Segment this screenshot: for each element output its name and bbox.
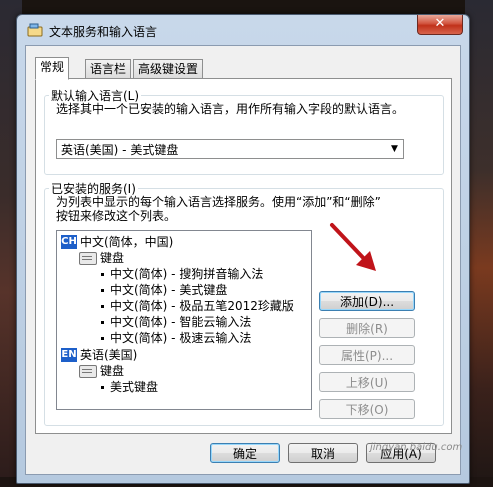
bullet-icon [101, 305, 104, 308]
tab-label: 语言栏 [90, 62, 127, 76]
tab-general[interactable]: 常规 [35, 57, 70, 80]
ok-button[interactable]: 确定 [210, 443, 280, 463]
installed-services-description-2: 按钮来修改这个列表。 [56, 209, 177, 223]
tree-item-service[interactable]: 中文(简体) - 美式键盘 [101, 283, 227, 298]
keyboard-icon [79, 252, 97, 265]
tree-item-chinese[interactable]: CH 中文(简体，中国) [61, 235, 173, 250]
installed-services-description-1: 为列表中显示的每个输入语言选择服务。使用“添加”和“删除” [56, 195, 381, 209]
tab-label: 高级键设置 [138, 62, 199, 76]
tab-advanced-keys[interactable]: 高级键设置 [133, 59, 204, 79]
tree-item-label: 中文(简体，中国) [80, 235, 174, 249]
move-up-button[interactable]: 上移(U) [319, 372, 415, 392]
default-language-select[interactable]: 英语(美国) - 美式键盘 ▼ [56, 139, 404, 159]
keyboard-icon [79, 365, 97, 378]
annotation-arrow-icon [330, 223, 376, 271]
add-button[interactable]: 添加(D)... [319, 291, 415, 311]
watermark: jingyan.baidu.com [370, 442, 463, 453]
default-language-value: 英语(美国) - 美式键盘 [61, 143, 179, 157]
tab-language-bar[interactable]: 语言栏 [85, 59, 132, 79]
tree-item-service[interactable]: 中文(简体) - 智能云输入法 [101, 315, 251, 330]
tree-item-label: 键盘 [100, 251, 125, 265]
dialog-client: 常规 语言栏 高级键设置 默认输入语言(L) 选择其中一个已安装的输入语言，用作… [25, 45, 461, 475]
title-bar[interactable]: 文本服务和输入语言 ✕ [17, 15, 469, 45]
window-title: 文本服务和输入语言 [49, 25, 158, 39]
language-badge: EN [61, 348, 77, 362]
move-down-button[interactable]: 下移(O) [319, 399, 415, 419]
tree-item-service[interactable]: 中文(简体) - 极品五笔2012珍藏版 [101, 299, 294, 314]
bullet-icon [101, 321, 104, 324]
dialog-window: 文本服务和输入语言 ✕ 常规 语言栏 高级键设置 默认输入语言(L) 选择其中一… [16, 14, 470, 484]
tree-item-service[interactable]: 中文(简体) - 搜狗拼音输入法 [101, 267, 263, 282]
close-icon: ✕ [434, 16, 446, 31]
tree-item-label: 中文(简体) - 智能云输入法 [110, 315, 252, 329]
default-language-description: 选择其中一个已安装的输入语言，用作所有输入字段的默认语言。 [56, 102, 405, 116]
tree-item-service[interactable]: 中文(简体) - 极速云输入法 [101, 331, 251, 346]
bullet-icon [101, 386, 104, 389]
tree-item-label: 中文(简体) - 美式键盘 [110, 283, 228, 297]
tree-item-label: 中文(简体) - 搜狗拼音输入法 [110, 267, 264, 281]
tree-item-label: 中文(简体) - 极品五笔2012珍藏版 [110, 299, 294, 313]
bullet-icon [101, 273, 104, 276]
tree-item-label: 中文(简体) - 极速云输入法 [110, 331, 252, 345]
tab-panel-general: 默认输入语言(L) 选择其中一个已安装的输入语言，用作所有输入字段的默认语言。 … [35, 78, 452, 434]
default-language-group: 默认输入语言(L) [44, 87, 444, 175]
tree-item-english[interactable]: EN 英语(美国) [61, 348, 137, 363]
tree-item-label: 美式键盘 [110, 380, 159, 394]
bullet-icon [101, 289, 104, 292]
cancel-button[interactable]: 取消 [288, 443, 358, 463]
keyboard-app-icon [27, 23, 43, 37]
close-button[interactable]: ✕ [417, 15, 463, 35]
tree-item-label: 键盘 [100, 364, 125, 378]
tree-item-label: 英语(美国) [80, 348, 138, 362]
remove-button[interactable]: 删除(R) [319, 318, 415, 338]
bullet-icon [101, 337, 104, 340]
language-badge: CH [61, 235, 77, 249]
tree-item-service[interactable]: 美式键盘 [101, 380, 158, 395]
properties-button[interactable]: 属性(P)... [319, 345, 415, 365]
services-tree[interactable]: CH 中文(简体，中国) 键盘 中文(简体) - 搜狗拼音输入法 中文(简体) -… [56, 230, 312, 410]
tree-item-keyboard[interactable]: 键盘 [79, 364, 124, 379]
tab-label: 常规 [40, 60, 65, 74]
tree-item-keyboard[interactable]: 键盘 [79, 251, 124, 266]
chevron-down-icon: ▼ [391, 144, 398, 154]
